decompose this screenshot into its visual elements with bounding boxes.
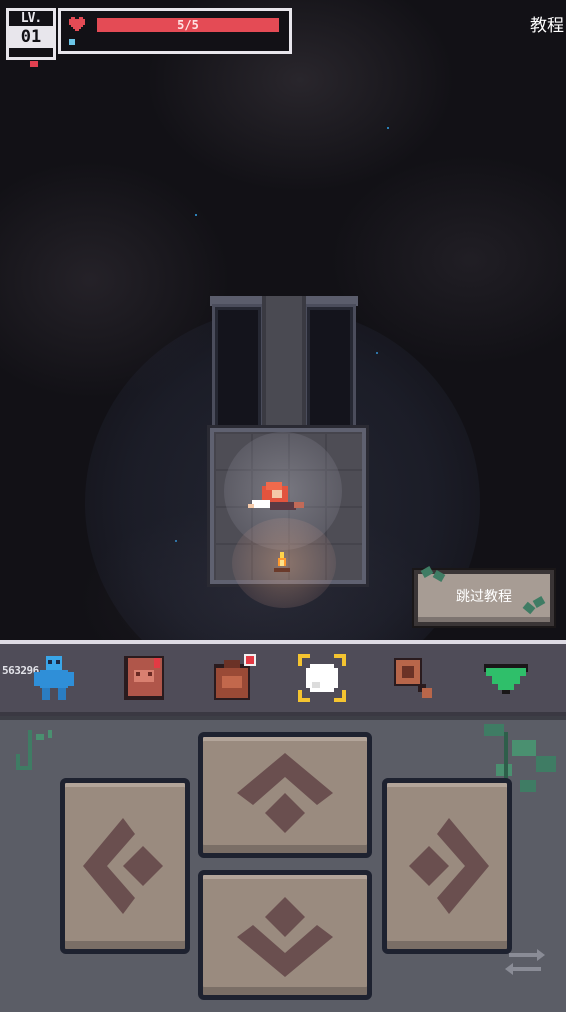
hp-panel: 5/5 (58, 8, 292, 54)
arrow-right-icon (409, 818, 489, 914)
star (195, 214, 197, 216)
tutorial-label[interactable]: 教程 (530, 11, 564, 36)
skip-tutorial-button[interactable]: 跳过教程 (414, 566, 554, 626)
hero-sprite (248, 482, 304, 510)
dpad-right-button[interactable] (382, 778, 512, 954)
action-icon[interactable] (296, 652, 348, 704)
heart-icon (69, 17, 85, 31)
small-heart-icon (30, 61, 38, 67)
corridor (262, 296, 306, 436)
xp-pip (69, 39, 75, 45)
dpad-left-button[interactable] (60, 778, 190, 954)
level-label: LV. (20, 11, 42, 26)
vine-leaf-icon (432, 570, 446, 582)
vine-decoration-icon (16, 730, 52, 770)
journal-icon[interactable] (118, 652, 170, 704)
game-viewport: 跳过教程 (0, 0, 566, 640)
dpad-down-button[interactable] (198, 870, 372, 1000)
hp-bar: 5/5 (97, 18, 279, 32)
backpack-icon[interactable] (208, 652, 260, 704)
campfire-icon (274, 552, 290, 572)
pit-left (212, 304, 264, 440)
pit-right (304, 304, 356, 440)
control-panel (0, 716, 566, 1012)
star (387, 127, 389, 129)
level-value: 01 (9, 26, 53, 48)
collapse-icon[interactable] (480, 652, 532, 704)
hp-text: 5/5 (177, 18, 199, 32)
magnifier-icon[interactable] (386, 652, 438, 704)
swap-icon[interactable] (505, 947, 545, 977)
level-badge: LV. 01 (6, 8, 56, 67)
character-icon[interactable] (28, 652, 80, 704)
arrow-left-icon (83, 818, 163, 914)
arrow-up-icon (237, 753, 333, 833)
toolbar: 563296 (0, 640, 566, 716)
dpad-up-button[interactable] (198, 732, 372, 858)
arrow-down-icon (237, 897, 333, 977)
